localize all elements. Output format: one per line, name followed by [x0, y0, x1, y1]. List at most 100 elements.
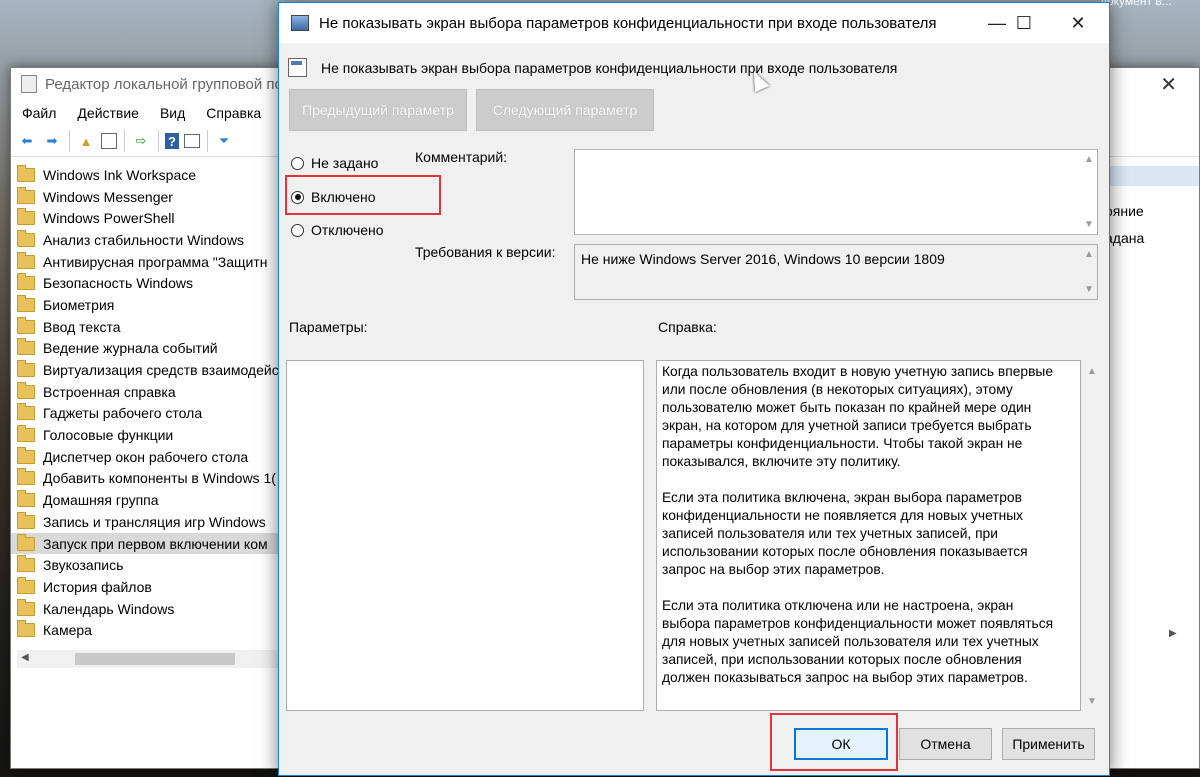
help-text: Когда пользователь входит в новую учетну…: [657, 361, 1080, 687]
tree-item-label: Календарь Windows: [43, 600, 175, 617]
next-setting-button[interactable]: Следующий параметр: [476, 89, 654, 131]
scroll-down-icon[interactable]: ▼: [1087, 696, 1097, 707]
folder-icon: [17, 294, 35, 312]
tree-horizontal-scrollbar[interactable]: ◀: [17, 650, 283, 668]
forward-arrow-icon[interactable]: ➡: [42, 131, 62, 151]
tree-item-label: Гаджеты рабочего стола: [43, 405, 203, 422]
tree-item-label: Безопасность Windows: [43, 275, 193, 292]
folder-icon: [17, 273, 35, 291]
folder-icon: [17, 425, 35, 443]
close-icon[interactable]: ✕: [1055, 3, 1101, 43]
version-label: Требования к версии:: [415, 244, 556, 260]
tree-item[interactable]: Запись и трансляция игр Windows: [11, 511, 283, 533]
scroll-right-icon[interactable]: ▶: [1169, 628, 1177, 639]
comment-textarea[interactable]: ▲ ▼: [574, 149, 1098, 235]
tree-item[interactable]: Ввод текста: [11, 316, 283, 338]
folder-icon: [17, 208, 35, 226]
folder-icon: [17, 576, 35, 594]
cancel-button[interactable]: Отмена: [899, 728, 992, 760]
folder-icon: [17, 381, 35, 399]
comment-scrollbar[interactable]: ▲ ▼: [1080, 150, 1097, 234]
policy-header: Не показывать экран выбора параметров ко…: [288, 58, 897, 77]
previous-setting-button[interactable]: Предыдущий параметр: [289, 89, 467, 131]
tree-item-label: Анализ стабильности Windows: [43, 231, 244, 248]
tree-item[interactable]: Ведение журнала событий: [11, 338, 283, 360]
show-hide-tree-icon[interactable]: [101, 133, 117, 149]
toolbar-separator: [207, 130, 208, 152]
menu-view[interactable]: Вид: [160, 105, 185, 121]
help-scrollbar[interactable]: ▲ ▼: [1083, 360, 1100, 711]
tree-item[interactable]: Виртуализация средств взаимодейс: [11, 359, 283, 381]
folder-icon: [17, 164, 35, 182]
folder-icon: [17, 490, 35, 508]
maximize-icon[interactable]: ☐: [1001, 3, 1047, 43]
version-field: Не ниже Windows Server 2016, Windows 10 …: [574, 244, 1098, 300]
tree-item[interactable]: Камера: [11, 619, 283, 641]
tree-item[interactable]: Windows Ink Workspace: [11, 164, 283, 186]
toolbar-separator: [158, 130, 159, 152]
tree-item[interactable]: Windows Messenger: [11, 186, 283, 208]
help-icon[interactable]: ?: [165, 133, 179, 149]
tree-item[interactable]: Звукозапись: [11, 554, 283, 576]
tree-item[interactable]: Диспетчер окон рабочего стола: [11, 446, 283, 468]
editor-app-icon: [21, 75, 37, 93]
dialog-title: Не показывать экран выбора параметров ко…: [319, 14, 937, 32]
tree-item-label: Добавить компоненты в Windows 1(: [43, 470, 276, 487]
toolbar-separator: [69, 130, 70, 152]
help-label: Справка:: [658, 319, 717, 335]
folder-icon: [17, 360, 35, 378]
tree-item-label: Windows Messenger: [43, 188, 173, 205]
policy-header-text: Не показывать экран выбора параметров ко…: [321, 59, 898, 76]
tree-item-label: Ведение журнала событий: [43, 340, 218, 357]
tree-item-label: Запись и трансляция игр Windows: [43, 513, 266, 530]
radio-button[interactable]: [291, 223, 304, 237]
tree-item-label: Встроенная справка: [43, 383, 176, 400]
radio-button[interactable]: [291, 156, 304, 170]
tree-item[interactable]: Домашняя группа: [11, 489, 283, 511]
policy-icon: [291, 15, 309, 31]
scroll-thumb[interactable]: [75, 653, 235, 665]
export-list-icon[interactable]: ⇨: [131, 131, 151, 151]
folder-icon: [17, 511, 35, 529]
up-folder-icon[interactable]: ▲: [76, 131, 96, 151]
tree-item[interactable]: Голосовые функции: [11, 424, 283, 446]
tree-item[interactable]: История файлов: [11, 576, 283, 598]
scroll-up-icon[interactable]: ▲: [1087, 366, 1097, 377]
help-paragraph: Когда пользователь входит в новую учетну…: [662, 364, 1053, 469]
radio-not-configured[interactable]: Не задано: [291, 155, 378, 171]
menu-help[interactable]: Справка: [206, 105, 261, 121]
menu-action[interactable]: Действие: [77, 105, 139, 121]
version-scrollbar[interactable]: ▲ ▼: [1080, 245, 1097, 299]
tree-item[interactable]: Гаджеты рабочего стола: [11, 403, 283, 425]
red-highlight-ok: [770, 713, 898, 771]
editor-close-icon[interactable]: ✕: [1160, 72, 1177, 97]
tree-item-label: История файлов: [43, 578, 152, 595]
tree-item[interactable]: Календарь Windows: [11, 598, 283, 620]
filter-icon[interactable]: ⏷: [214, 131, 234, 151]
folder-icon: [17, 338, 35, 356]
editor-title: Редактор локальной групповой пол: [45, 75, 292, 93]
help-paragraph: Если эта политика отключена или не настр…: [662, 598, 1054, 685]
tree-item[interactable]: Биометрия: [11, 294, 283, 316]
menu-file[interactable]: Файл: [22, 105, 56, 121]
properties-icon[interactable]: [184, 134, 200, 148]
dialog-title-bar: Не показывать экран выбора параметров ко…: [279, 3, 1109, 43]
apply-button[interactable]: Применить: [1002, 728, 1095, 760]
tree-item[interactable]: Анализ стабильности Windows: [11, 229, 283, 251]
tree-item[interactable]: Встроенная справка: [11, 381, 283, 403]
tree-item[interactable]: Windows PowerShell: [11, 207, 283, 229]
folder-icon: [17, 251, 35, 269]
radio-disabled[interactable]: Отключено: [291, 222, 384, 238]
scroll-left-icon[interactable]: ◀: [21, 652, 29, 663]
radio-label: Не задано: [311, 155, 379, 171]
folder-icon: [17, 598, 35, 616]
tree-item-selected[interactable]: Запуск при первом включении ком: [11, 532, 283, 555]
version-value: Не ниже Windows Server 2016, Windows 10 …: [581, 251, 945, 267]
right-pane-selected-row: [1101, 166, 1199, 186]
tree-item-label: Ввод текста: [43, 318, 121, 335]
tree-item[interactable]: Безопасность Windows: [11, 272, 283, 294]
back-arrow-icon[interactable]: ⬅: [17, 131, 37, 151]
tree-item[interactable]: Добавить компоненты в Windows 1(: [11, 468, 283, 490]
tree-item[interactable]: Антивирусная программа "Защитн: [11, 251, 283, 273]
params-label: Параметры:: [289, 319, 368, 335]
